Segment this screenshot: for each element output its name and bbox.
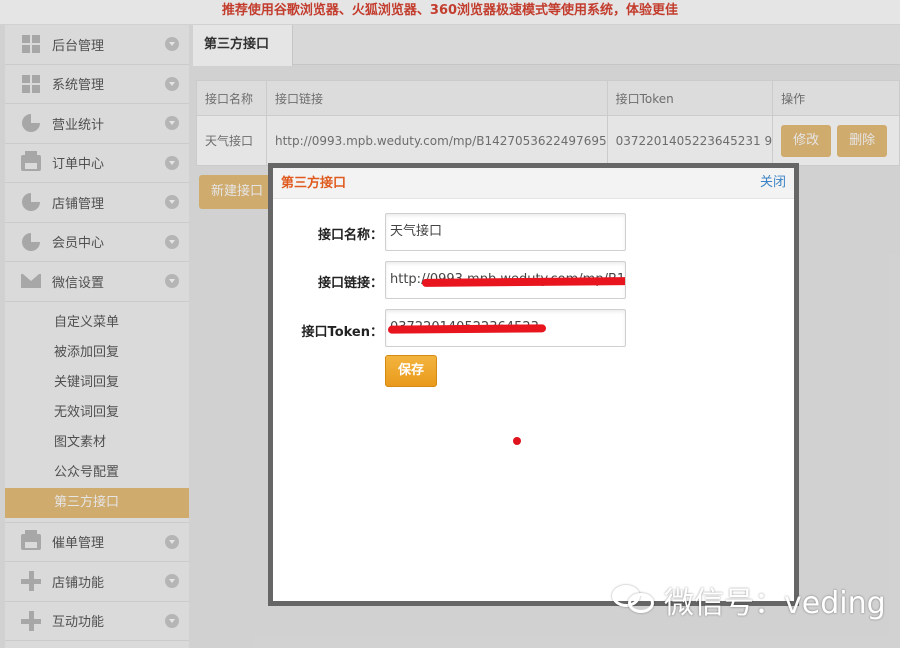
wechat-watermark: 微信号：veding	[612, 578, 886, 622]
dialog-header: 第三方接口 关闭	[273, 168, 794, 199]
name-input[interactable]: 天气接口	[385, 213, 626, 251]
close-link[interactable]: 关闭	[760, 168, 786, 197]
redaction-mark	[387, 324, 547, 334]
token-input[interactable]: 037220140522364523	[385, 309, 626, 347]
dialog-title: 第三方接口	[281, 176, 347, 191]
token-label: 接口Token：	[301, 325, 383, 340]
third-party-dialog: 第三方接口 关闭 接口名称： 天气接口 接口链接： http://0993.mp…	[268, 163, 799, 606]
wechat-logo-icon	[612, 583, 658, 617]
save-button[interactable]: 保存	[385, 355, 437, 387]
name-label: 接口名称：	[317, 228, 383, 243]
watermark-text: 微信号：veding	[664, 586, 886, 621]
red-dot-marker	[513, 437, 521, 445]
link-label: 接口链接：	[317, 276, 383, 291]
link-input[interactable]: http://0993.mpb.weduty.com/mp/B1427	[385, 261, 626, 299]
